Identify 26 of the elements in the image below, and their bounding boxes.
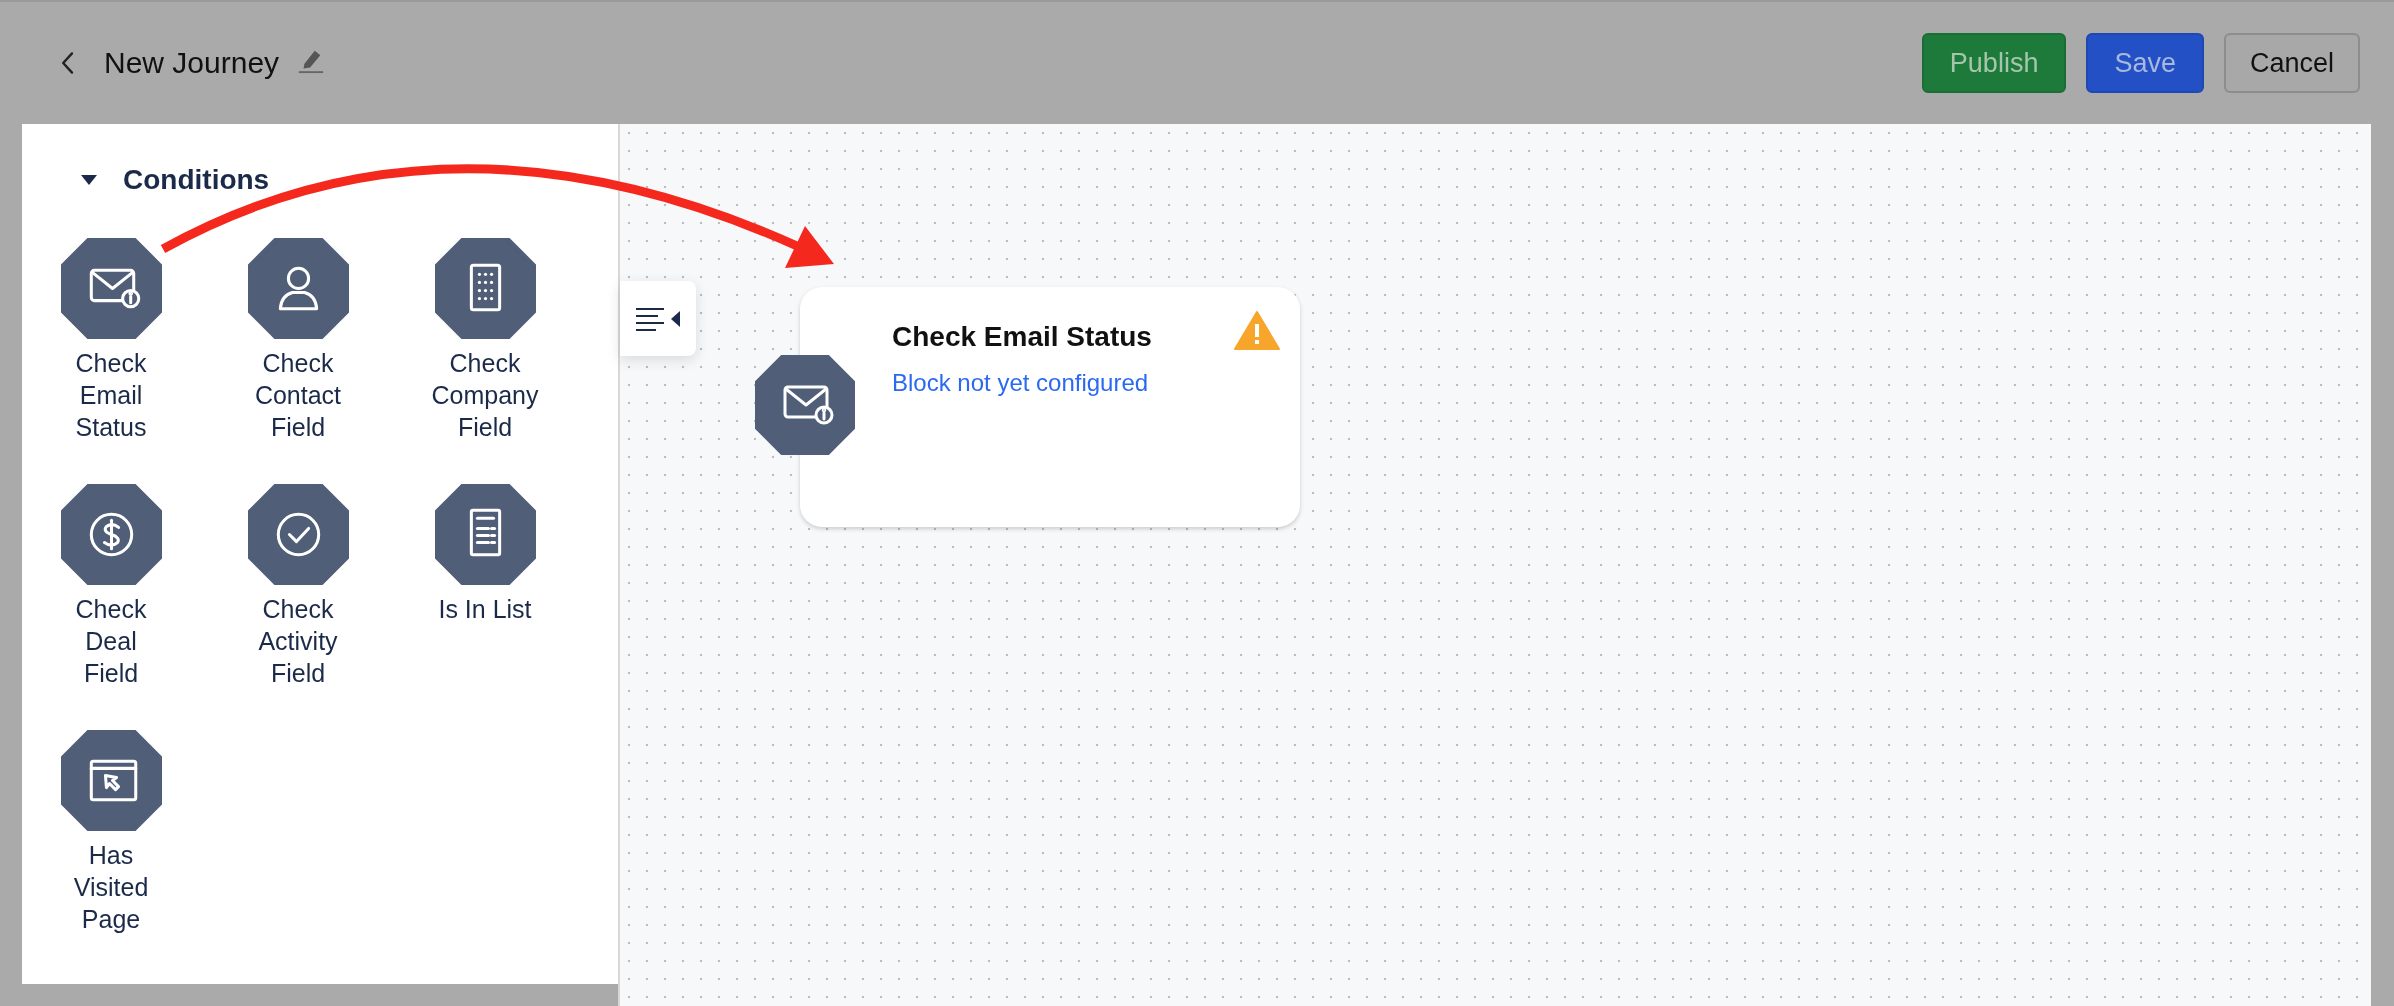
chevron-left-icon bbox=[60, 51, 76, 75]
building-icon[interactable] bbox=[434, 238, 536, 339]
node-title: Check Email Status bbox=[892, 321, 1153, 353]
collapse-panel-button[interactable] bbox=[620, 281, 696, 356]
person-icon[interactable] bbox=[247, 238, 349, 339]
block-label: Check Deal Field bbox=[74, 594, 148, 689]
journey-title: New Journey bbox=[104, 46, 280, 80]
checkmark-icon[interactable] bbox=[247, 484, 349, 585]
mail-icon[interactable] bbox=[755, 355, 855, 455]
mail-icon[interactable] bbox=[60, 238, 162, 339]
block-label: Check Email Status bbox=[74, 348, 148, 443]
align-left-icon bbox=[636, 306, 680, 331]
block-label: Check Contact Field bbox=[253, 348, 343, 443]
block-label: Check Company Field bbox=[430, 348, 540, 443]
browser-window-icon[interactable] bbox=[60, 730, 162, 831]
cancel-button[interactable]: Cancel bbox=[2223, 33, 2360, 93]
save-button[interactable]: Save bbox=[2086, 33, 2204, 93]
block-label: Has Visited Page bbox=[72, 840, 150, 935]
caret-icon[interactable] bbox=[81, 175, 97, 185]
node-card[interactable]: Check Email Status Block not yet configured bbox=[800, 287, 1300, 527]
node-status: Block not yet configured bbox=[892, 369, 1150, 397]
section-title[interactable]: Conditions bbox=[123, 164, 270, 196]
block-label: Is In List bbox=[437, 594, 533, 625]
document-icon[interactable] bbox=[434, 484, 536, 585]
dollar-icon[interactable] bbox=[60, 484, 162, 585]
block-label: Check Activity Field bbox=[257, 594, 339, 689]
